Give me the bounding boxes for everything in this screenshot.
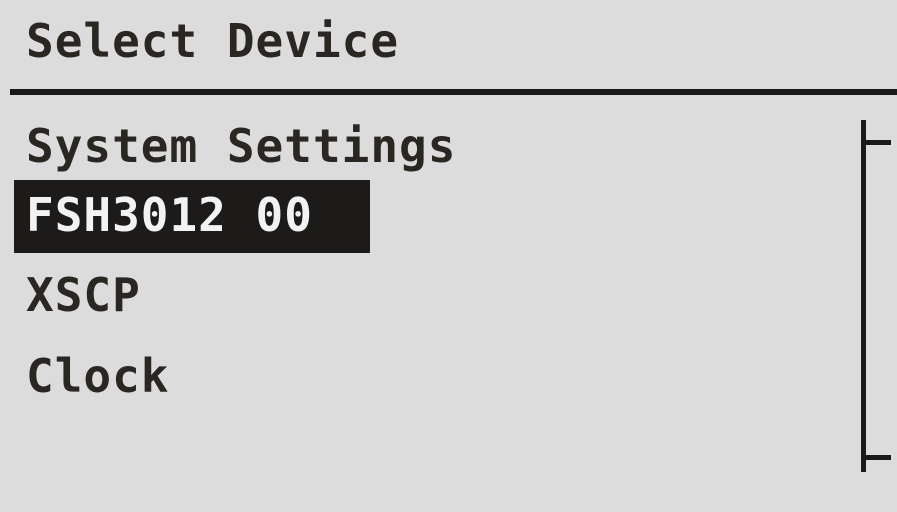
lcd-screen: Select Device System Settings FSH3012 00… [0,0,897,512]
screen-title: Select Device [26,14,400,68]
scrollbar-track[interactable] [861,120,866,472]
scrollbar-bottom-cap [861,455,891,460]
scrollbar-top-cap [861,140,891,145]
menu-item-xscp[interactable]: XSCP [26,272,141,318]
menu-item-clock[interactable]: Clock [26,353,169,399]
menu-item-fsh3012-00-selected[interactable]: FSH3012 00 [14,180,370,253]
menu-item-system-settings[interactable]: System Settings [26,123,456,169]
header-divider [10,89,897,95]
menu-item-label: FSH3012 00 [26,188,313,242]
